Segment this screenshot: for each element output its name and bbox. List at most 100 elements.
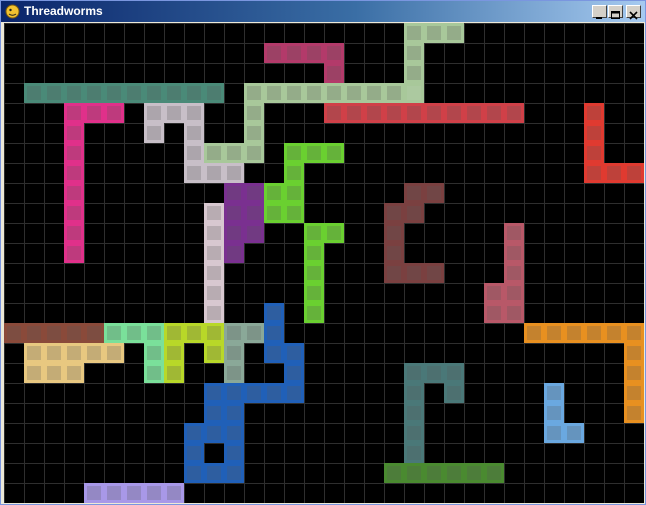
worm-segment xyxy=(64,323,84,343)
worm-segment xyxy=(404,443,424,463)
worm-segment xyxy=(304,143,324,163)
worm-segment xyxy=(424,103,444,123)
minimize-button[interactable] xyxy=(592,5,607,19)
worm-segment xyxy=(344,83,364,103)
worm-segment xyxy=(284,43,304,63)
worm-segment xyxy=(544,423,564,443)
worm-segment xyxy=(304,283,324,303)
worm-segment xyxy=(284,143,304,163)
worm-segment xyxy=(64,223,84,243)
worm-segment xyxy=(244,83,264,103)
worm-segment xyxy=(164,323,184,343)
worm-segment xyxy=(204,283,224,303)
worm-segment xyxy=(244,223,264,243)
worm-segment xyxy=(184,103,204,123)
worm-segment xyxy=(584,103,604,123)
worm-segment xyxy=(264,323,284,343)
worm-segment xyxy=(324,223,344,243)
worm-segment xyxy=(264,203,284,223)
worm-segment xyxy=(84,103,104,123)
worm-segment xyxy=(204,383,224,403)
worm-segment xyxy=(44,323,64,343)
window-title: Threadworms xyxy=(24,4,103,18)
worm-segment xyxy=(384,223,404,243)
worm-segment xyxy=(464,463,484,483)
worm-segment xyxy=(204,403,224,423)
worm-segment xyxy=(204,143,224,163)
worm-segment xyxy=(124,483,144,503)
worm-segment xyxy=(224,343,244,363)
worm-segment xyxy=(524,323,544,343)
worm-segment xyxy=(24,83,44,103)
worm-segment xyxy=(244,323,264,343)
worm-segment xyxy=(64,183,84,203)
worm-segment xyxy=(584,143,604,163)
worm-segment xyxy=(104,323,124,343)
worm-segment xyxy=(504,223,524,243)
worms-layer xyxy=(4,23,644,503)
worm-segment xyxy=(244,103,264,123)
worm-segment xyxy=(544,403,564,423)
worm-segment xyxy=(44,83,64,103)
worm-segment xyxy=(584,323,604,343)
worm-segment xyxy=(204,163,224,183)
worm-segment xyxy=(264,303,284,323)
worm-segment xyxy=(384,83,404,103)
worm-segment xyxy=(504,303,524,323)
worm-segment xyxy=(624,343,644,363)
worm-segment xyxy=(584,163,604,183)
worm-segment xyxy=(24,343,44,363)
close-button[interactable] xyxy=(626,5,641,20)
worm-segment xyxy=(104,483,124,503)
worm-segment xyxy=(184,463,204,483)
worm-segment xyxy=(624,323,644,343)
minimize-icon xyxy=(596,17,602,19)
worm-segment xyxy=(264,183,284,203)
worm-segment xyxy=(204,83,224,103)
worm-segment xyxy=(264,343,284,363)
worm-segment xyxy=(64,143,84,163)
worm-segment xyxy=(124,83,144,103)
worm-segment xyxy=(404,183,424,203)
worm-segment xyxy=(184,83,204,103)
worm-segment xyxy=(164,83,184,103)
worm-segment xyxy=(224,163,244,183)
worm-segment xyxy=(164,103,184,123)
worm-segment xyxy=(164,363,184,383)
worm-segment xyxy=(224,183,244,203)
worm-segment xyxy=(404,83,424,103)
worm-segment xyxy=(444,103,464,123)
worm-segment xyxy=(64,243,84,263)
worm-segment xyxy=(204,463,224,483)
pygame-snake-icon xyxy=(5,4,20,19)
worm-segment xyxy=(404,43,424,63)
maximize-button[interactable] xyxy=(608,5,623,19)
worm-segment xyxy=(64,103,84,123)
worm-segment xyxy=(284,383,304,403)
worm-segment xyxy=(504,283,524,303)
worm-segment xyxy=(244,143,264,163)
worm-segment xyxy=(484,303,504,323)
worm-segment xyxy=(224,243,244,263)
worm-segment xyxy=(204,423,224,443)
worm-segment xyxy=(224,223,244,243)
worm-segment xyxy=(304,83,324,103)
game-board[interactable] xyxy=(4,23,644,503)
worm-segment xyxy=(444,363,464,383)
worm-segment xyxy=(624,403,644,423)
worm-segment xyxy=(284,203,304,223)
worm-segment xyxy=(264,83,284,103)
worm-segment xyxy=(64,83,84,103)
worm-segment xyxy=(304,243,324,263)
worm-segment xyxy=(304,43,324,63)
title-bar[interactable]: Threadworms xyxy=(1,1,645,22)
worm-segment xyxy=(404,463,424,483)
worm-segment xyxy=(424,263,444,283)
worm-segment xyxy=(24,323,44,343)
worm-segment xyxy=(224,463,244,483)
worm-segment xyxy=(144,123,164,143)
worm-segment xyxy=(184,143,204,163)
worm-segment xyxy=(204,323,224,343)
worm-segment xyxy=(224,203,244,223)
worm-segment xyxy=(284,163,304,183)
